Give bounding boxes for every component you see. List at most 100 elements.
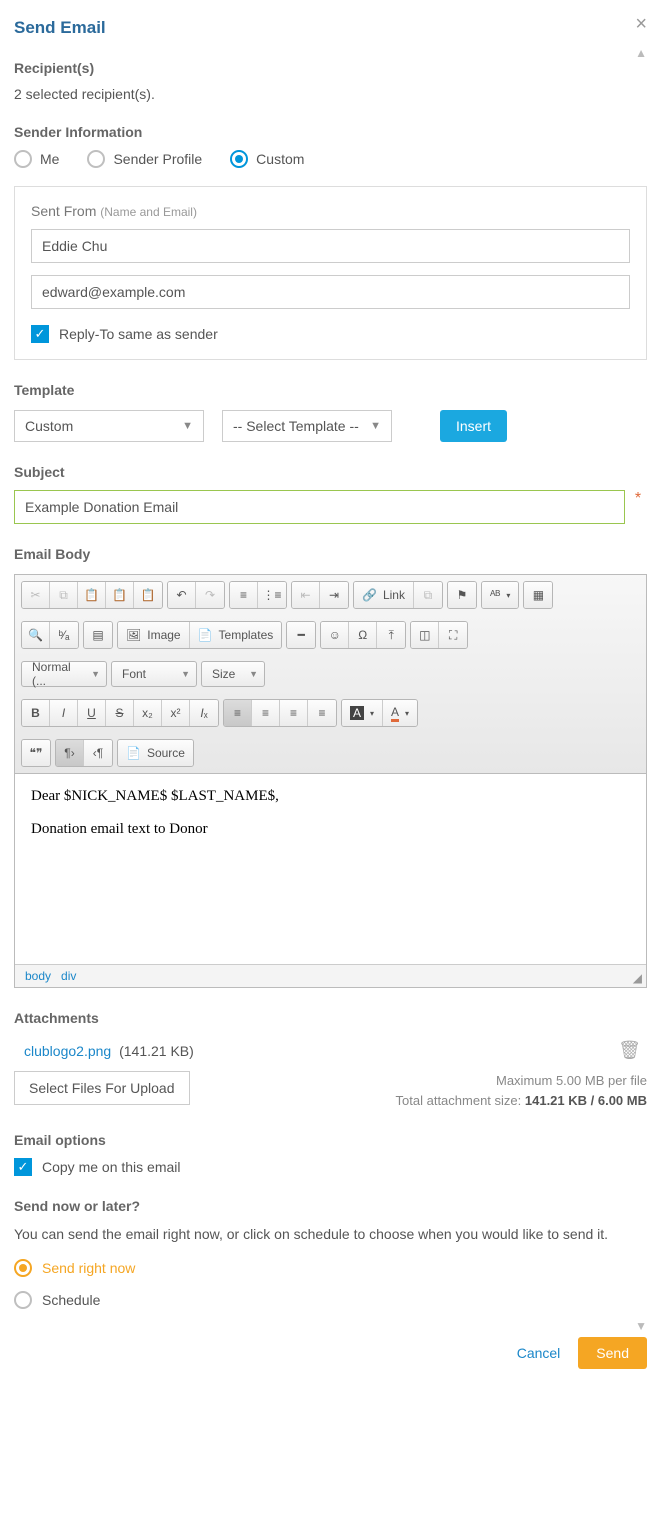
sender-radio-group: Me Sender Profile Custom: [14, 150, 647, 168]
scroll-up-icon[interactable]: ▲: [635, 46, 647, 60]
sent-from-label: Sent From (Name and Email): [31, 203, 630, 219]
copy-me-checkbox[interactable]: ✓: [14, 1158, 32, 1176]
attachment-filesize: (141.21 KB): [119, 1043, 194, 1059]
align-right-icon[interactable]: ≡: [280, 700, 308, 726]
select-files-button[interactable]: Select Files For Upload: [14, 1071, 190, 1105]
path-body[interactable]: body: [25, 969, 51, 983]
cancel-button[interactable]: Cancel: [517, 1345, 561, 1361]
sender-radio-me-label: Me: [40, 151, 59, 167]
subject-input[interactable]: [14, 490, 625, 524]
reply-to-checkbox[interactable]: ✓: [31, 325, 49, 343]
template-select[interactable]: -- Select Template -- ▼: [222, 410, 392, 442]
schedule-radio-group: Send right now Schedule: [14, 1259, 647, 1309]
email-greeting: Dear $NICK_NAME$ $LAST_NAME$,: [31, 788, 630, 805]
align-justify-icon[interactable]: ≡: [308, 700, 336, 726]
recipients-heading: Recipient(s): [14, 60, 647, 76]
email-options-heading: Email options: [14, 1132, 647, 1148]
indent-icon[interactable]: ⇥: [320, 582, 348, 608]
max-per-file-text: Maximum 5.00 MB per file: [396, 1071, 647, 1091]
special-char-icon[interactable]: Ω: [349, 622, 377, 648]
template-select-value: -- Select Template --: [233, 418, 359, 434]
path-div[interactable]: div: [61, 969, 76, 983]
remove-format-icon[interactable]: Iₓ: [190, 700, 218, 726]
sender-radio-custom[interactable]: Custom: [230, 150, 304, 168]
copy-icon[interactable]: ⧉: [50, 582, 78, 608]
template-category-select[interactable]: Custom ▼: [14, 410, 204, 442]
redo-icon[interactable]: ↷: [196, 582, 224, 608]
subject-heading: Subject: [14, 464, 647, 480]
ltr-icon[interactable]: ¶›: [56, 740, 84, 766]
schedule-heading: Send now or later?: [14, 1198, 647, 1214]
undo-icon[interactable]: ↶: [168, 582, 196, 608]
font-select[interactable]: Font▼: [111, 661, 197, 687]
editor-breadcrumb: body div ◢: [15, 964, 646, 987]
email-body-heading: Email Body: [14, 546, 647, 562]
editor-toolbar: ✂ ⧉ 📋 📋 📋 ↶ ↷ ≡ ⋮≡ ⇤ ⇥ 🔗 Link ⧉: [15, 575, 646, 774]
bg-color-icon[interactable]: A▾: [383, 700, 417, 726]
sender-name-input[interactable]: [31, 229, 630, 263]
table-icon[interactable]: ▦: [524, 582, 552, 608]
showblocks-icon[interactable]: ◫: [411, 622, 439, 648]
chevron-down-icon: ▼: [182, 420, 193, 432]
resize-handle-icon[interactable]: ◢: [633, 971, 642, 985]
trash-icon[interactable]: 🗑: [618, 1040, 641, 1061]
italic-icon[interactable]: I: [50, 700, 78, 726]
find-icon[interactable]: 🔍: [22, 622, 50, 648]
reply-to-label: Reply-To same as sender: [59, 326, 218, 342]
paste-word-icon[interactable]: 📋: [134, 582, 162, 608]
dialog-title: Send Email: [14, 18, 647, 38]
maximize-icon[interactable]: ⛶: [439, 622, 467, 648]
format-select[interactable]: Normal (...▼: [21, 661, 107, 687]
pagebreak-icon[interactable]: ⤒: [377, 622, 405, 648]
bulleted-list-icon[interactable]: ⋮≡: [258, 582, 286, 608]
attachments-footer: Select Files For Upload Maximum 5.00 MB …: [14, 1071, 647, 1110]
align-left-icon[interactable]: ≡: [224, 700, 252, 726]
size-select[interactable]: Size▼: [201, 661, 265, 687]
selectall-icon[interactable]: ▤: [84, 622, 112, 648]
send-now-label: Send right now: [42, 1260, 135, 1276]
sender-email-input[interactable]: [31, 275, 630, 309]
replace-icon[interactable]: ᵇ⁄ₐ: [50, 622, 78, 648]
emoji-icon[interactable]: ☺: [321, 622, 349, 648]
sender-radio-me[interactable]: Me: [14, 150, 59, 168]
strike-icon[interactable]: S: [106, 700, 134, 726]
underline-icon[interactable]: U: [78, 700, 106, 726]
templates-button[interactable]: 📄 Templates: [190, 622, 282, 648]
align-center-icon[interactable]: ≡: [252, 700, 280, 726]
copy-me-label: Copy me on this email: [42, 1159, 181, 1175]
rtl-icon[interactable]: ‹¶: [84, 740, 112, 766]
sent-from-label-text: Sent From: [31, 203, 96, 219]
source-button[interactable]: 📄 Source: [118, 740, 193, 766]
bold-icon[interactable]: B: [22, 700, 50, 726]
superscript-icon[interactable]: x²: [162, 700, 190, 726]
anchor-icon[interactable]: ⚑: [448, 582, 476, 608]
scroll-down-icon[interactable]: ▼: [635, 1319, 647, 1333]
chevron-down-icon: ▼: [370, 420, 381, 432]
unlink-icon[interactable]: ⧉: [414, 582, 442, 608]
copy-me-checkbox-row[interactable]: ✓ Copy me on this email: [14, 1158, 647, 1176]
outdent-icon[interactable]: ⇤: [292, 582, 320, 608]
editor-content-area[interactable]: Dear $NICK_NAME$ $LAST_NAME$, Donation e…: [15, 774, 646, 964]
blockquote-icon[interactable]: ❝❞: [22, 740, 50, 766]
send-button[interactable]: Send: [578, 1337, 647, 1369]
insert-template-button[interactable]: Insert: [440, 410, 507, 442]
close-icon[interactable]: ×: [635, 14, 647, 34]
attachments-heading: Attachments: [14, 1010, 647, 1026]
image-button[interactable]: 🖼 Image: [118, 622, 190, 648]
schedule-radio[interactable]: Schedule: [14, 1291, 647, 1309]
hr-icon[interactable]: ━: [287, 622, 315, 648]
spellcheck-icon[interactable]: ᴬᴮ▾: [482, 582, 518, 608]
link-button[interactable]: 🔗 Link: [354, 582, 414, 608]
send-now-radio[interactable]: Send right now: [14, 1259, 647, 1277]
subscript-icon[interactable]: x₂: [134, 700, 162, 726]
reply-to-checkbox-row[interactable]: ✓ Reply-To same as sender: [31, 325, 630, 343]
paste-text-icon[interactable]: 📋: [106, 582, 134, 608]
attachment-limits: Maximum 5.00 MB per file Total attachmen…: [396, 1071, 647, 1110]
attachment-filename[interactable]: clublogo2.png: [24, 1043, 111, 1059]
sender-radio-profile[interactable]: Sender Profile: [87, 150, 202, 168]
rich-text-editor: ✂ ⧉ 📋 📋 📋 ↶ ↷ ≡ ⋮≡ ⇤ ⇥ 🔗 Link ⧉: [14, 574, 647, 988]
paste-icon[interactable]: 📋: [78, 582, 106, 608]
cut-icon[interactable]: ✂: [22, 582, 50, 608]
numbered-list-icon[interactable]: ≡: [230, 582, 258, 608]
text-color-icon[interactable]: A▾: [342, 700, 383, 726]
